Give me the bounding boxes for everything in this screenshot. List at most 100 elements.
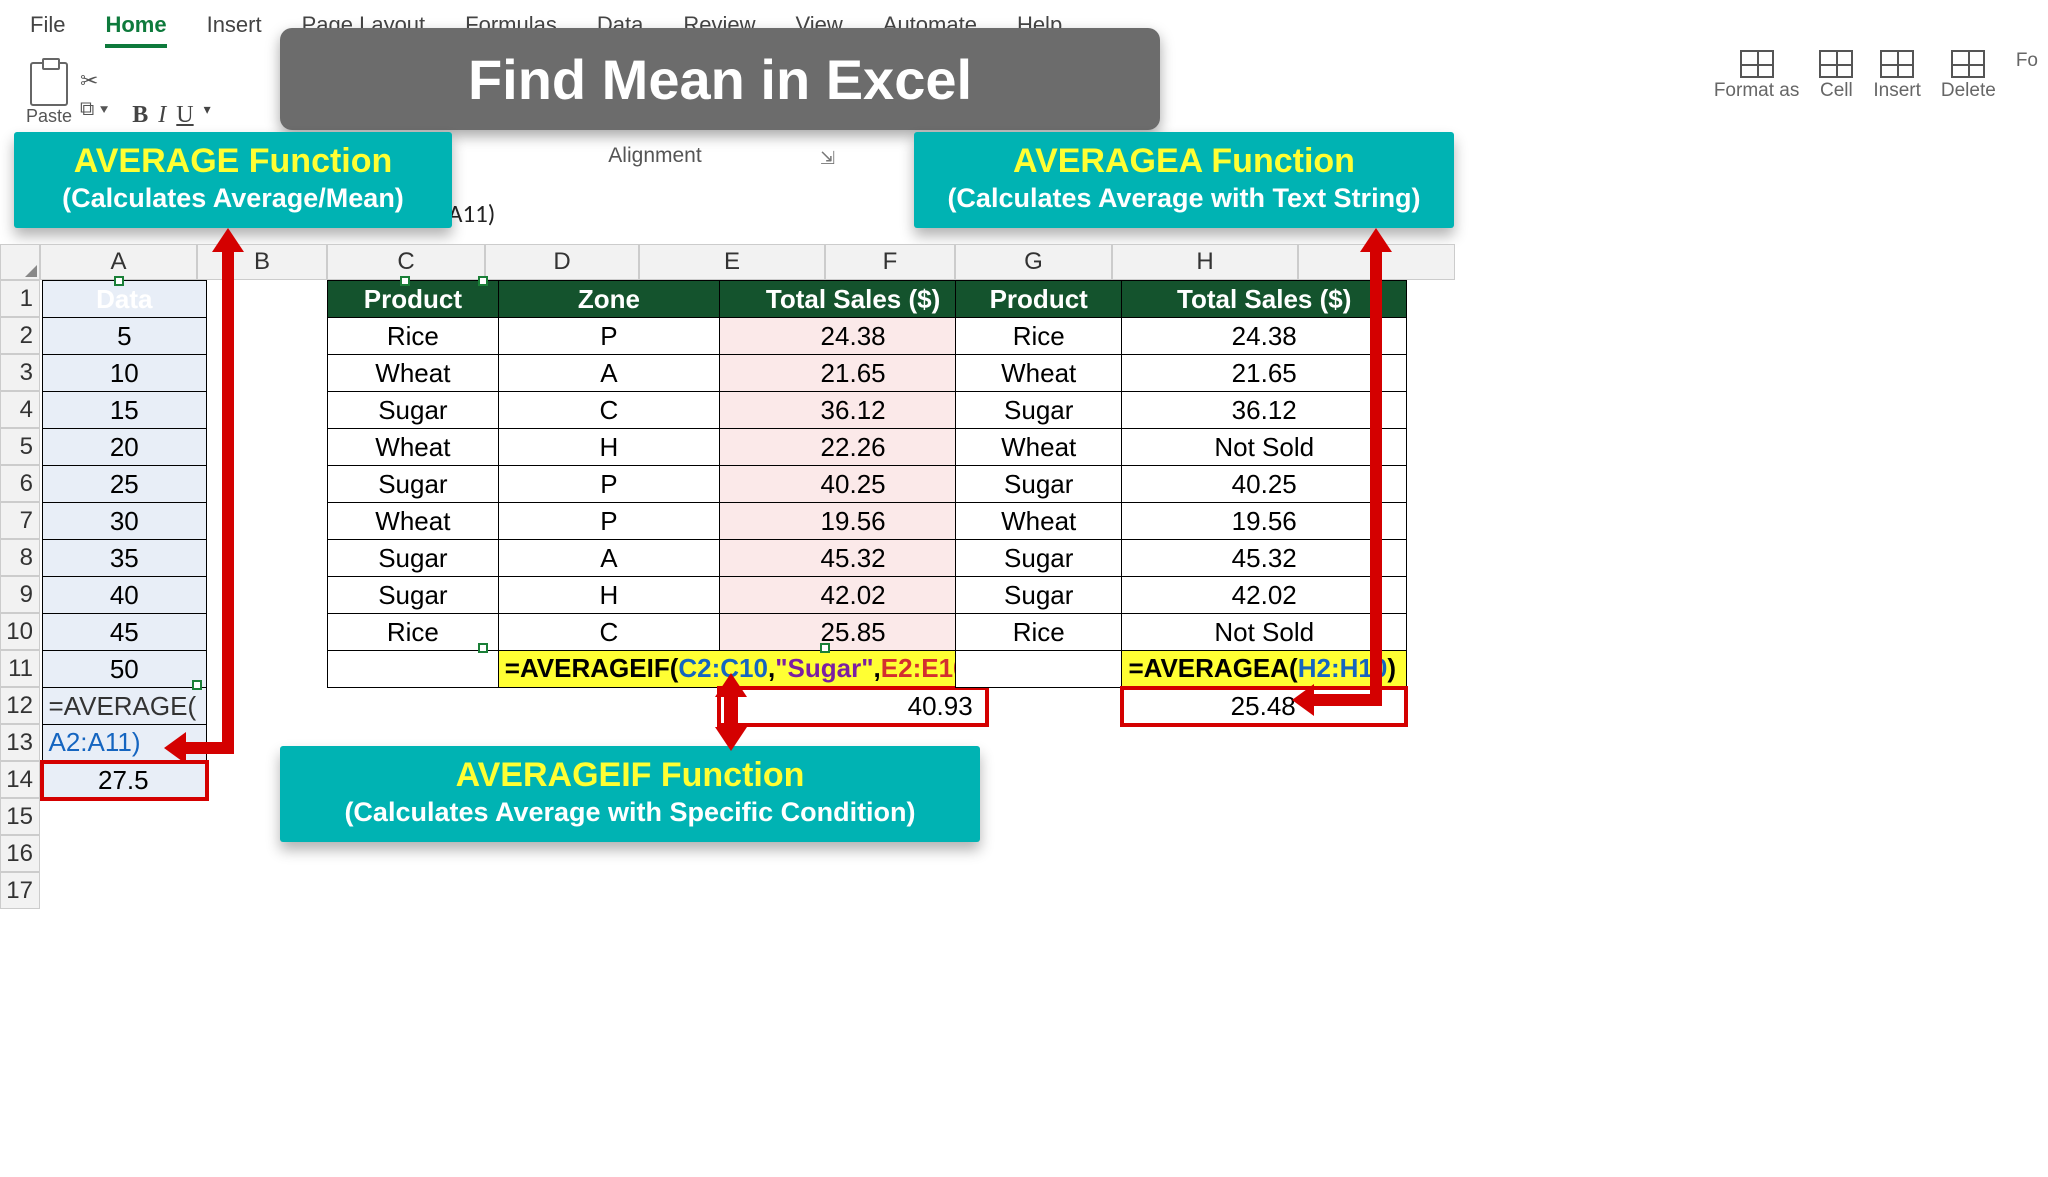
table-data-A[interactable]: Data 5 10 15 20 25 30 35 40 45 50 =AVERA… [40,280,209,801]
cell-G7[interactable]: Wheat [956,503,1122,540]
insert-button[interactable]: Insert [1873,50,1921,102]
row-9[interactable]: 9 [0,576,40,613]
cell-A8[interactable]: 35 [42,540,207,577]
col-C[interactable]: C [327,244,485,280]
row-4[interactable]: 4 [0,391,40,428]
cell-H9[interactable]: 42.02 [1122,577,1407,614]
col-H[interactable]: H [1112,244,1298,280]
row-7[interactable]: 7 [0,502,40,539]
bold-button[interactable]: B [132,102,148,129]
cell-H8[interactable]: 45.32 [1122,540,1407,577]
cell-H2[interactable]: 24.38 [1122,318,1407,355]
cell-C7[interactable]: Wheat [328,503,499,540]
cell-G6[interactable]: Sugar [956,466,1122,503]
row-12[interactable]: 12 [0,687,40,724]
row-15[interactable]: 15 [0,798,40,835]
cell-D8[interactable]: A [498,540,719,577]
cell-E4[interactable]: 36.12 [719,392,986,429]
cell-D10[interactable]: C [498,614,719,651]
cell-E2[interactable]: 24.38 [719,318,986,355]
paste-icon[interactable] [30,62,68,106]
cell-H10[interactable]: Not Sold [1122,614,1407,651]
cell-G9[interactable]: Sugar [956,577,1122,614]
cell-A7[interactable]: 30 [42,503,207,540]
cell-C4[interactable]: Sugar [328,392,499,429]
menu-home[interactable]: Home [105,12,166,48]
row-1[interactable]: 1 [0,280,40,317]
cell-C6[interactable]: Sugar [328,466,499,503]
cell-D9[interactable]: H [498,577,719,614]
cell-A11[interactable]: 50 [42,651,207,688]
cell-D6[interactable]: P [498,466,719,503]
col-E[interactable]: E [639,244,825,280]
select-all-corner[interactable] [0,244,40,280]
cell-G2[interactable]: Rice [956,318,1122,355]
format-as-table-button[interactable]: Format as [1714,50,1800,102]
cell-E8[interactable]: 45.32 [719,540,986,577]
cell-styles-button[interactable]: Cell [1819,50,1853,102]
cell-C5[interactable]: Wheat [328,429,499,466]
cell-A12-formula[interactable]: =AVERAGE( [42,688,207,725]
col-G[interactable]: G [955,244,1112,280]
formula-bar-fragment[interactable]: A11) [448,198,495,229]
cell-C2[interactable]: Rice [328,318,499,355]
cell-G8[interactable]: Sugar [956,540,1122,577]
cell-E3[interactable]: 21.65 [719,355,986,392]
row-8[interactable]: 8 [0,539,40,576]
row-2[interactable]: 2 [0,317,40,354]
cell-D3[interactable]: A [498,355,719,392]
cell-G3[interactable]: Wheat [956,355,1122,392]
cell-H7[interactable]: 19.56 [1122,503,1407,540]
cell-A10[interactable]: 45 [42,614,207,651]
cell-E9[interactable]: 42.02 [719,577,986,614]
cell-G4[interactable]: Sugar [956,392,1122,429]
delete-button[interactable]: Delete [1941,50,1996,102]
cell-D5[interactable]: H [498,429,719,466]
italic-button[interactable]: I [158,102,166,129]
cell-E6[interactable]: 40.25 [719,466,986,503]
row-11[interactable]: 11 [0,650,40,687]
cell-A6[interactable]: 25 [42,466,207,503]
col-A[interactable]: A [40,244,197,280]
cell-C3[interactable]: Wheat [328,355,499,392]
cell-H6[interactable]: 40.25 [1122,466,1407,503]
cell-E5[interactable]: 22.26 [719,429,986,466]
cell-A14-result[interactable]: 27.5 [42,762,207,799]
format-button-fragment[interactable]: Fo [2016,50,2038,102]
cell-A5[interactable]: 20 [42,429,207,466]
cell-D4[interactable]: C [498,392,719,429]
cell-A4[interactable]: 15 [42,392,207,429]
row-13[interactable]: 13 [0,724,40,761]
cell-H5[interactable]: Not Sold [1122,429,1407,466]
menu-insert[interactable]: Insert [207,12,262,48]
col-D[interactable]: D [485,244,639,280]
copy-icon[interactable]: ⧉ ▾ [80,98,108,121]
cell-A2[interactable]: 5 [42,318,207,355]
col-F[interactable]: F [825,244,955,280]
row-10[interactable]: 10 [0,613,40,650]
table-GH[interactable]: Product Total Sales ($) Rice24.38 Wheat2… [955,280,1408,727]
averagea-formula[interactable]: =AVERAGEA(H2:H10) [1122,651,1407,688]
cut-icon[interactable]: ✂ [80,68,108,94]
cell-D7[interactable]: P [498,503,719,540]
row-5[interactable]: 5 [0,428,40,465]
row-16[interactable]: 16 [0,835,40,872]
alignment-dialog-launcher-icon[interactable]: ⇲ [820,148,835,169]
underline-dropdown-icon[interactable]: ▾ [204,102,211,129]
cell-H4[interactable]: 36.12 [1122,392,1407,429]
row-6[interactable]: 6 [0,465,40,502]
cell-A9[interactable]: 40 [42,577,207,614]
cell-H3[interactable]: 21.65 [1122,355,1407,392]
cell-E7[interactable]: 19.56 [719,503,986,540]
cell-C10[interactable]: Rice [328,614,499,651]
cell-D2[interactable]: P [498,318,719,355]
cell-E10[interactable]: 25.85 [719,614,986,651]
cell-G10[interactable]: Rice [956,614,1122,651]
cell-C9[interactable]: Sugar [328,577,499,614]
row-17[interactable]: 17 [0,872,40,909]
cell-A3[interactable]: 10 [42,355,207,392]
menu-file[interactable]: File [30,12,65,48]
table-CDE[interactable]: Product Zone Total Sales ($) RiceP24.38 … [327,280,989,727]
underline-button[interactable]: U [176,102,193,129]
cell-G5[interactable]: Wheat [956,429,1122,466]
